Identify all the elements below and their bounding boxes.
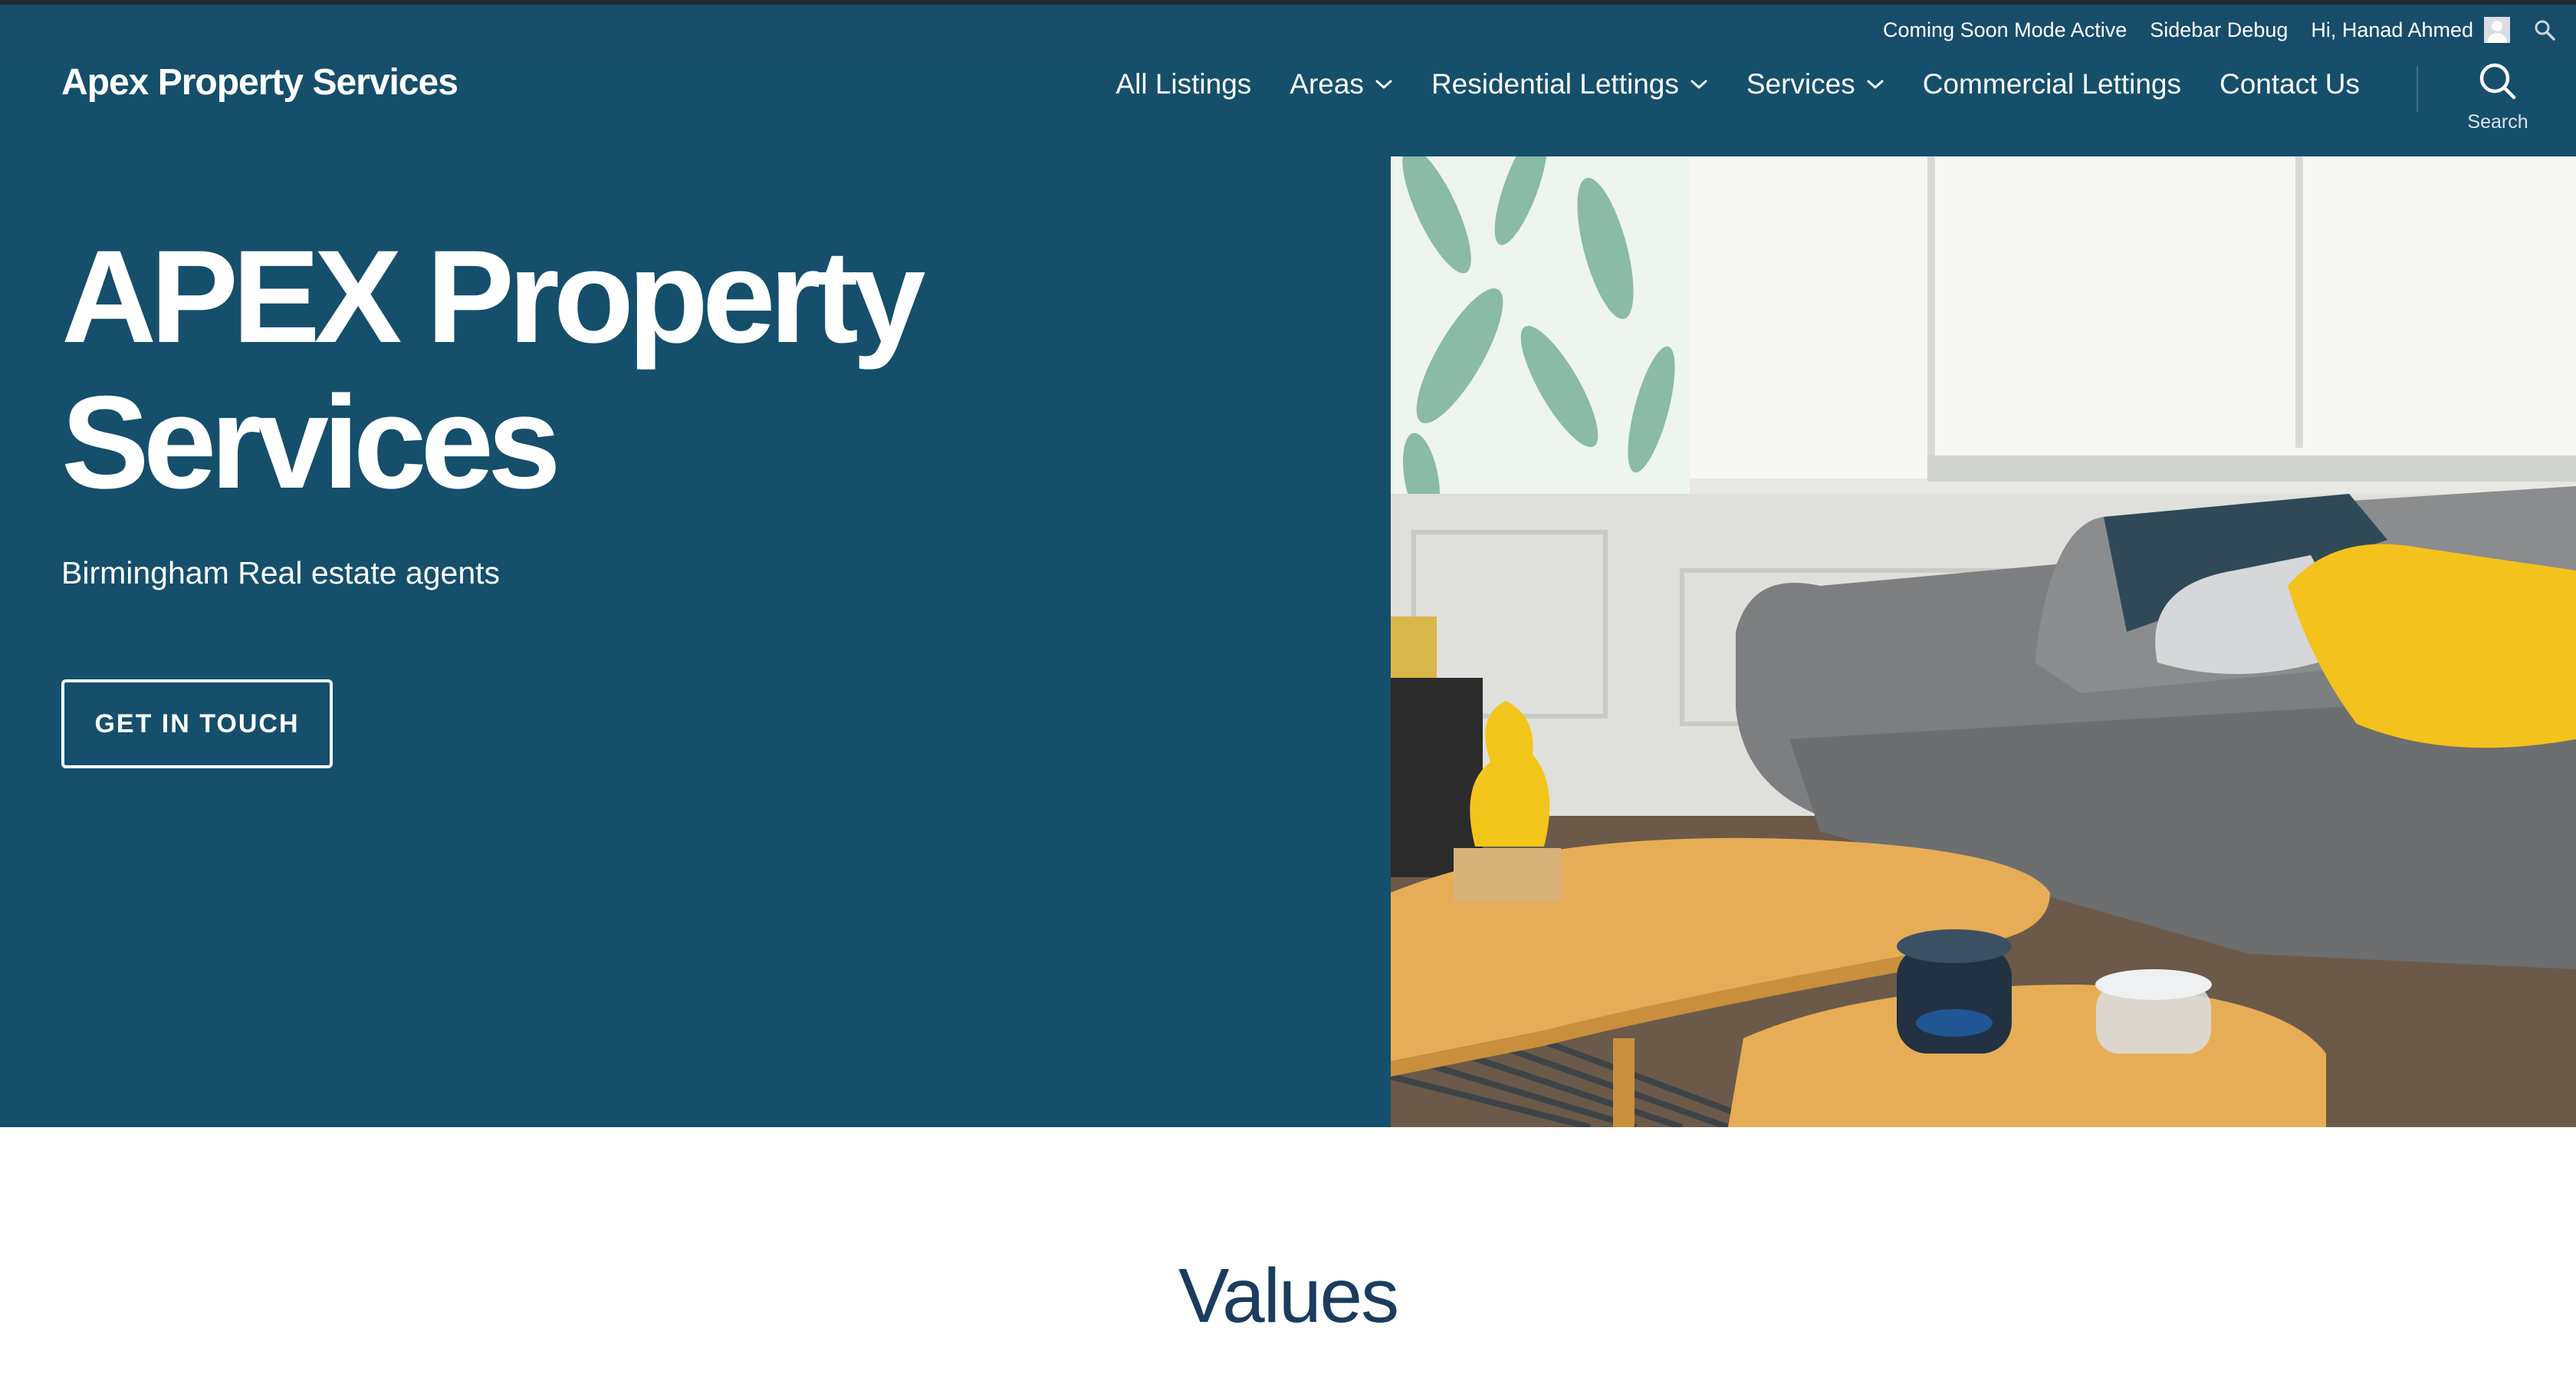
nav-item-residential-lettings[interactable]: Residential Lettings — [1431, 68, 1708, 100]
avatar — [2484, 17, 2510, 43]
search-label: Search — [2467, 111, 2528, 133]
get-in-touch-button[interactable]: GET IN TOUCH — [61, 679, 333, 768]
hero-title-line2: Services — [61, 369, 561, 516]
nav-item-contact-us[interactable]: Contact Us — [2220, 68, 2360, 100]
sidebar-debug-link[interactable]: Sidebar Debug — [2150, 18, 2288, 42]
values-heading: Values — [1178, 1253, 1399, 1339]
admin-search-icon[interactable] — [2533, 18, 2556, 41]
chevron-down-icon[interactable] — [1866, 78, 1884, 90]
account-menu[interactable]: Hi, Hanad Ahmed — [2311, 17, 2510, 43]
nav-divider — [2417, 66, 2418, 112]
living-room-illustration — [1391, 156, 2576, 1127]
primary-nav: All Listings Areas Residential Lettings Ser… — [1116, 60, 2360, 109]
nav-item-all-listings[interactable]: All Listings — [1116, 68, 1251, 100]
account-greeting: Hi, Hanad Ahmed — [2311, 18, 2473, 41]
nav-item-label: All Listings — [1116, 68, 1252, 100]
nav-item-commercial-lettings[interactable]: Commercial Lettings — [1923, 68, 2181, 100]
hero-title-line1: APEX Property — [61, 223, 925, 370]
nav-item-label: Areas — [1290, 68, 1364, 100]
nav-item-label: Contact Us — [2219, 68, 2360, 100]
search-icon — [2478, 61, 2518, 105]
hero-image — [1391, 156, 2576, 1127]
chevron-down-icon[interactable] — [1690, 78, 1708, 90]
nav-item-label: Residential Lettings — [1431, 68, 1679, 100]
admin-bar: Coming Soon Mode Active Sidebar Debug Hi… — [0, 0, 2576, 55]
nav-item-areas[interactable]: Areas — [1290, 68, 1393, 100]
nav-item-label: Commercial Lettings — [1922, 68, 2181, 100]
nav-item-label: Services — [1746, 68, 1855, 100]
nav-item-services[interactable]: Services — [1746, 68, 1884, 100]
site-header: Apex Property Services All Listings Areas… — [0, 55, 2576, 156]
hero-title: APEX Property Services — [61, 224, 1211, 515]
hero-section: APEX Property Services Birmingham Real e… — [0, 156, 2576, 1127]
coming-soon-status[interactable]: Coming Soon Mode Active — [1883, 18, 2127, 42]
hero-subtitle: Birmingham Real estate agents — [61, 555, 501, 590]
chevron-down-icon[interactable] — [1375, 78, 1393, 90]
search-toggle[interactable]: Search — [2450, 61, 2545, 138]
site-title[interactable]: Apex Property Services — [61, 58, 458, 107]
